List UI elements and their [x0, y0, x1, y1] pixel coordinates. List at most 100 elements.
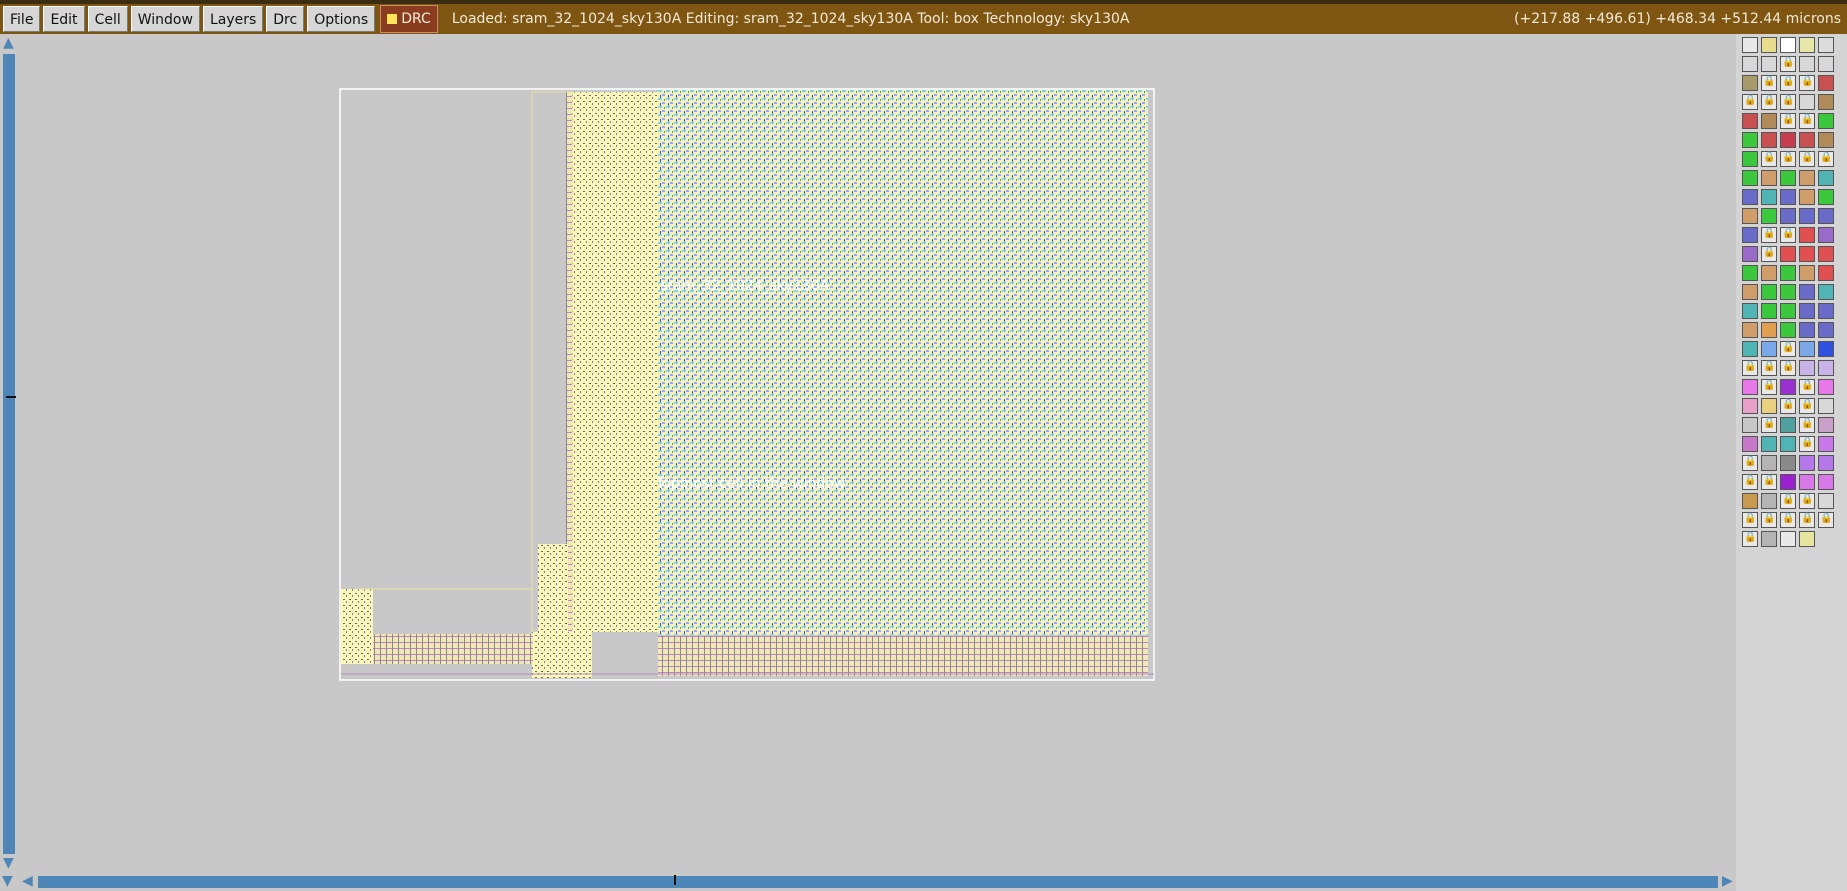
layer-locked-icon[interactable] [1799, 75, 1815, 91]
layer-swatch[interactable] [1780, 379, 1796, 395]
layer-swatch[interactable] [1742, 246, 1758, 262]
layer-swatch[interactable] [1799, 474, 1815, 490]
layer-swatch[interactable] [1761, 531, 1777, 547]
layer-swatch[interactable] [1761, 170, 1777, 186]
layer-swatch[interactable] [1799, 227, 1815, 243]
layer-swatch[interactable] [1780, 417, 1796, 433]
layer-swatch[interactable] [1780, 189, 1796, 205]
layer-swatch[interactable] [1780, 284, 1796, 300]
layer-swatch[interactable] [1818, 360, 1834, 376]
layer-swatch[interactable] [1780, 246, 1796, 262]
layer-swatch[interactable] [1742, 132, 1758, 148]
scroll-down-arrow-icon[interactable]: ▼ [3, 856, 14, 870]
layer-swatch[interactable] [1742, 322, 1758, 338]
layer-swatch[interactable] [1761, 37, 1777, 53]
layer-swatch[interactable] [1761, 341, 1777, 357]
layer-locked-icon[interactable] [1761, 75, 1777, 91]
layer-locked-icon[interactable] [1761, 151, 1777, 167]
layer-swatch[interactable] [1761, 132, 1777, 148]
layer-locked-icon[interactable] [1780, 227, 1796, 243]
layer-swatch[interactable] [1818, 37, 1834, 53]
layer-swatch[interactable] [1761, 455, 1777, 471]
layer-swatch[interactable] [1818, 436, 1834, 452]
layer-locked-icon[interactable] [1780, 113, 1796, 129]
layer-swatch[interactable] [1799, 531, 1815, 547]
layer-locked-icon[interactable] [1761, 94, 1777, 110]
menu-layers[interactable]: Layers [202, 6, 264, 32]
layer-swatch[interactable] [1818, 474, 1834, 490]
layer-swatch[interactable] [1818, 284, 1834, 300]
layer-locked-icon[interactable] [1761, 379, 1777, 395]
layer-locked-icon[interactable] [1742, 531, 1758, 547]
layer-swatch[interactable] [1818, 379, 1834, 395]
layer-swatch[interactable] [1799, 246, 1815, 262]
layer-swatch[interactable] [1742, 56, 1758, 72]
layer-swatch[interactable] [1818, 493, 1834, 509]
layer-swatch[interactable] [1761, 322, 1777, 338]
layer-swatch[interactable] [1780, 455, 1796, 471]
horizontal-scroll-position-marker[interactable] [674, 875, 676, 885]
layer-swatch[interactable] [1742, 493, 1758, 509]
layer-swatch[interactable] [1761, 189, 1777, 205]
layer-swatch[interactable] [1780, 265, 1796, 281]
layer-locked-icon[interactable] [1799, 379, 1815, 395]
layer-swatch[interactable] [1742, 265, 1758, 281]
layer-locked-icon[interactable] [1818, 151, 1834, 167]
scroll-bottom-icon[interactable]: ▼ [2, 874, 13, 888]
layer-locked-icon[interactable] [1799, 398, 1815, 414]
layer-swatch[interactable] [1799, 341, 1815, 357]
layer-locked-icon[interactable] [1799, 113, 1815, 129]
layer-swatch[interactable] [1761, 56, 1777, 72]
layer-swatch[interactable] [1818, 170, 1834, 186]
layer-swatch[interactable] [1761, 436, 1777, 452]
menu-edit[interactable]: Edit [43, 6, 85, 32]
layer-swatch[interactable] [1799, 170, 1815, 186]
layer-locked-icon[interactable] [1761, 360, 1777, 376]
layer-swatch[interactable] [1742, 75, 1758, 91]
layer-swatch[interactable] [1799, 265, 1815, 281]
layer-swatch[interactable] [1742, 151, 1758, 167]
layer-swatch[interactable] [1818, 75, 1834, 91]
layer-swatch[interactable] [1818, 398, 1834, 414]
layer-swatch[interactable] [1818, 94, 1834, 110]
layer-swatch[interactable] [1780, 303, 1796, 319]
layer-swatch[interactable] [1742, 284, 1758, 300]
layer-swatch[interactable] [1742, 398, 1758, 414]
layer-swatch[interactable] [1761, 265, 1777, 281]
layer-locked-icon[interactable] [1799, 417, 1815, 433]
layer-swatch[interactable] [1742, 341, 1758, 357]
scroll-left-arrow-icon[interactable]: ◀ [22, 874, 33, 888]
layer-swatch[interactable] [1799, 284, 1815, 300]
layer-locked-icon[interactable] [1780, 512, 1796, 528]
layer-swatch[interactable] [1780, 170, 1796, 186]
menu-options[interactable]: Options [307, 6, 376, 32]
layer-swatch[interactable] [1818, 246, 1834, 262]
layer-locked-icon[interactable] [1799, 512, 1815, 528]
layer-swatch[interactable] [1742, 303, 1758, 319]
layer-swatch[interactable] [1780, 474, 1796, 490]
layer-swatch[interactable] [1761, 208, 1777, 224]
layer-swatch[interactable] [1742, 417, 1758, 433]
layer-locked-icon[interactable] [1780, 75, 1796, 91]
layer-locked-icon[interactable] [1799, 151, 1815, 167]
menu-window[interactable]: Window [130, 6, 200, 32]
layer-locked-icon[interactable] [1780, 398, 1796, 414]
layer-locked-icon[interactable] [1761, 246, 1777, 262]
layer-swatch[interactable] [1742, 113, 1758, 129]
layer-swatch[interactable] [1818, 265, 1834, 281]
layer-swatch[interactable] [1742, 379, 1758, 395]
layer-locked-icon[interactable] [1742, 512, 1758, 528]
layer-locked-icon[interactable] [1780, 151, 1796, 167]
layer-swatch[interactable] [1780, 531, 1796, 547]
layer-swatch[interactable] [1780, 436, 1796, 452]
layer-swatch[interactable] [1818, 455, 1834, 471]
layer-locked-icon[interactable] [1799, 436, 1815, 452]
layer-swatch[interactable] [1799, 132, 1815, 148]
layer-swatch[interactable] [1742, 436, 1758, 452]
layer-swatch[interactable] [1742, 227, 1758, 243]
layer-locked-icon[interactable] [1742, 474, 1758, 490]
layer-swatch[interactable] [1818, 341, 1834, 357]
layer-locked-icon[interactable] [1761, 512, 1777, 528]
layer-locked-icon[interactable] [1780, 94, 1796, 110]
layer-swatch[interactable] [1761, 113, 1777, 129]
